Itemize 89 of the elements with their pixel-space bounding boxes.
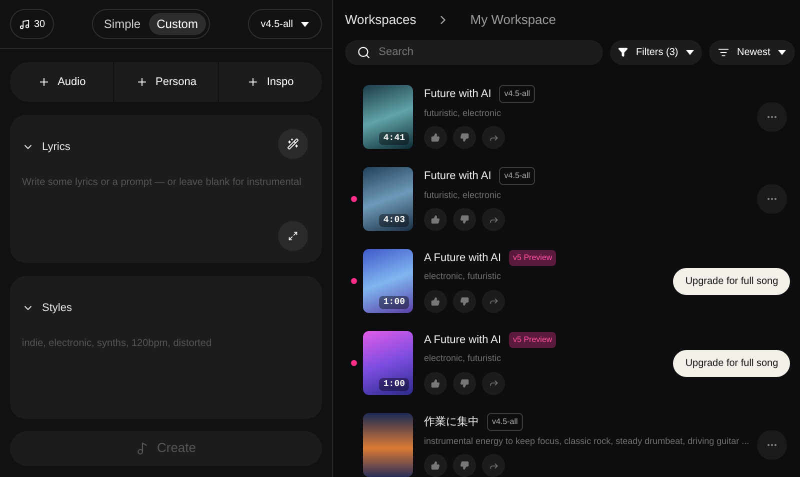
credits-count: 30 xyxy=(34,18,46,32)
model-tag: v4.5-all xyxy=(487,412,523,431)
song-tags: futuristic, electronic xyxy=(424,106,750,120)
model-tag: v5 Preview xyxy=(509,250,556,266)
add-button[interactable]: Audio xyxy=(10,62,114,102)
thumbs-down-icon xyxy=(460,133,469,142)
song-title[interactable]: Future with AI xyxy=(424,86,492,102)
section-toggle[interactable]: Lyrics xyxy=(22,138,70,156)
upgrade-button[interactable]: Upgrade for full song xyxy=(673,268,790,294)
filter-icon xyxy=(618,47,628,58)
model-tag: v4.5-all xyxy=(499,84,536,103)
share-icon xyxy=(488,460,498,471)
share-icon xyxy=(488,132,498,143)
cover-art[interactable] xyxy=(363,413,413,477)
cover-art[interactable]: 4:41 xyxy=(363,85,413,149)
section-toggle[interactable]: Styles xyxy=(22,300,72,316)
song-title[interactable]: Future with AI xyxy=(424,168,492,184)
like-button[interactable] xyxy=(424,372,447,394)
duration-label: 4:03 xyxy=(379,214,409,227)
cover-art[interactable]: 1:00 xyxy=(363,249,413,313)
duration-label: 4:41 xyxy=(379,132,409,145)
dislike-button[interactable] xyxy=(453,290,476,312)
share-icon xyxy=(488,378,498,388)
sort-icon xyxy=(718,46,729,58)
text-area[interactable]: Write some lyrics or a prompt — or leave blank for instrumental xyxy=(22,175,310,235)
share-icon xyxy=(488,296,498,306)
like-button[interactable] xyxy=(424,126,447,150)
plus-icon xyxy=(136,76,148,88)
search-input[interactable]: Search xyxy=(378,44,592,60)
thumbs-down-icon xyxy=(460,461,469,470)
add-button[interactable]: Persona xyxy=(113,62,218,102)
song-tags: futuristic, electronic xyxy=(424,188,750,202)
thumbs-down-icon xyxy=(460,215,469,224)
thumbs-up-icon xyxy=(431,378,440,388)
search-icon xyxy=(357,44,371,60)
cover-art[interactable]: 1:00 xyxy=(363,331,413,395)
model-tag: v5 Preview xyxy=(509,332,556,348)
cover-art[interactable]: 4:03 xyxy=(363,167,413,231)
song-tags: electronic, futuristic xyxy=(424,352,674,366)
song-title[interactable]: 作業に集中 xyxy=(424,414,479,430)
plus-icon xyxy=(38,76,50,88)
caret-icon xyxy=(778,50,786,55)
share-icon xyxy=(488,214,498,225)
upgrade-button[interactable]: Upgrade for full song xyxy=(673,350,790,376)
thumbs-down-icon xyxy=(460,378,469,388)
model-dropdown[interactable]: v4.5-all xyxy=(248,9,322,39)
thumbs-up-icon xyxy=(431,215,440,224)
duration-label: 1:00 xyxy=(379,378,409,391)
mode-tab[interactable]: Custom xyxy=(148,13,206,35)
dislike-button[interactable] xyxy=(453,126,476,150)
dislike-button[interactable] xyxy=(453,372,476,394)
lyrics-field[interactable]: Lyrics Write some lyrics or a prompt — or leave blank for instrumental xyxy=(10,115,322,263)
add-button[interactable]: Inspo xyxy=(218,62,322,102)
styles-field[interactable]: Styles indie, electronic, synths, 120bpm, distorted xyxy=(10,276,322,419)
song-tags: electronic, futuristic xyxy=(424,270,674,284)
music-note-icon xyxy=(19,18,30,30)
mode-tab[interactable]: Simple xyxy=(96,13,149,35)
share-button[interactable] xyxy=(482,290,505,312)
song-tags: instrumental energy to keep focus, classic rock, steady drumbeat, driving guitar ... xyxy=(424,434,750,448)
thumbs-up-icon xyxy=(431,461,440,470)
song-title[interactable]: A Future with AI xyxy=(424,250,502,266)
plus-icon xyxy=(246,76,259,88)
caret-icon xyxy=(686,50,694,55)
like-button[interactable] xyxy=(424,454,447,477)
duration-label: 1:00 xyxy=(379,296,409,309)
magic-wand-icon xyxy=(287,138,299,150)
like-button[interactable] xyxy=(424,208,447,232)
breadcrumb-current: My Workspace xyxy=(470,11,556,29)
text-area[interactable]: indie, electronic, synths, 120bpm, distorted xyxy=(22,336,310,396)
share-button[interactable] xyxy=(482,126,505,150)
credits-pill[interactable]: 30 xyxy=(10,9,54,39)
thumbs-down-icon xyxy=(460,296,469,306)
expand-icon xyxy=(288,231,298,241)
model-tag: v4.5-all xyxy=(499,166,536,185)
dislike-button[interactable] xyxy=(453,208,476,232)
breadcrumb-link[interactable]: Workspaces xyxy=(345,10,416,30)
song-title[interactable]: A Future with AI xyxy=(424,332,502,348)
sort-button[interactable]: Newest xyxy=(709,40,796,65)
share-button[interactable] xyxy=(482,208,505,232)
like-button[interactable] xyxy=(424,290,447,312)
search-field[interactable]: Search xyxy=(345,40,604,65)
dislike-button[interactable] xyxy=(453,454,476,477)
caret-icon xyxy=(301,22,309,26)
music-note-icon xyxy=(136,442,149,454)
filters-button[interactable]: Filters (3) xyxy=(610,40,702,65)
share-button[interactable] xyxy=(482,372,505,394)
thumbs-up-icon xyxy=(431,296,440,306)
share-button[interactable] xyxy=(482,454,505,477)
thumbs-up-icon xyxy=(431,133,440,142)
